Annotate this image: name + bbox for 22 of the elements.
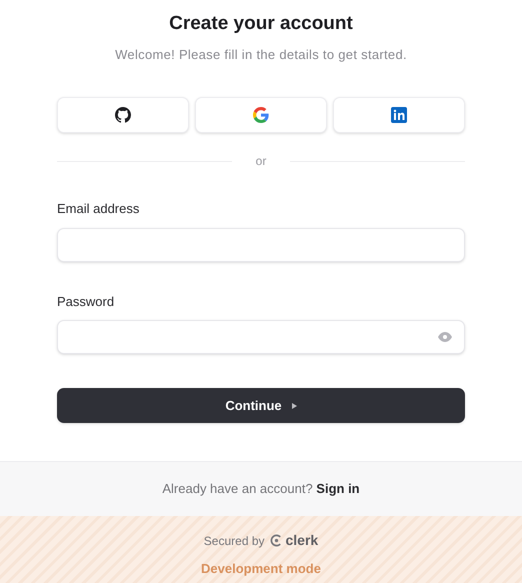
linkedin-sign-in-button[interactable] — [333, 97, 465, 133]
divider-label: or — [256, 153, 266, 170]
secured-by-label: Secured by — [204, 532, 264, 550]
github-icon — [115, 107, 131, 123]
email-field[interactable] — [57, 228, 465, 262]
field-label: Email address — [57, 200, 140, 218]
triangle-icon — [292, 402, 297, 408]
google-sign-in-button[interactable] — [195, 97, 327, 133]
sign-in-prompt: Already have an account? Sign in — [162, 480, 360, 498]
field-label: Password — [57, 292, 116, 310]
subtitle: Welcome! Please fill in the details to get started. — [114, 46, 408, 64]
development-mode-label: Development mode — [201, 560, 321, 578]
brand-logo-icon — [270, 534, 282, 547]
sign-in-link[interactable]: Sign in — [316, 481, 360, 496]
password-field[interactable] — [57, 320, 465, 354]
github-sign-in-button[interactable] — [57, 97, 189, 133]
eye-icon[interactable] — [438, 332, 452, 342]
continue-button[interactable]: Continue — [57, 388, 465, 423]
google-icon — [253, 107, 269, 123]
heading: Create your account — [168, 12, 354, 36]
linkedin-icon — [391, 107, 407, 123]
brand-name: clerk — [286, 531, 318, 550]
